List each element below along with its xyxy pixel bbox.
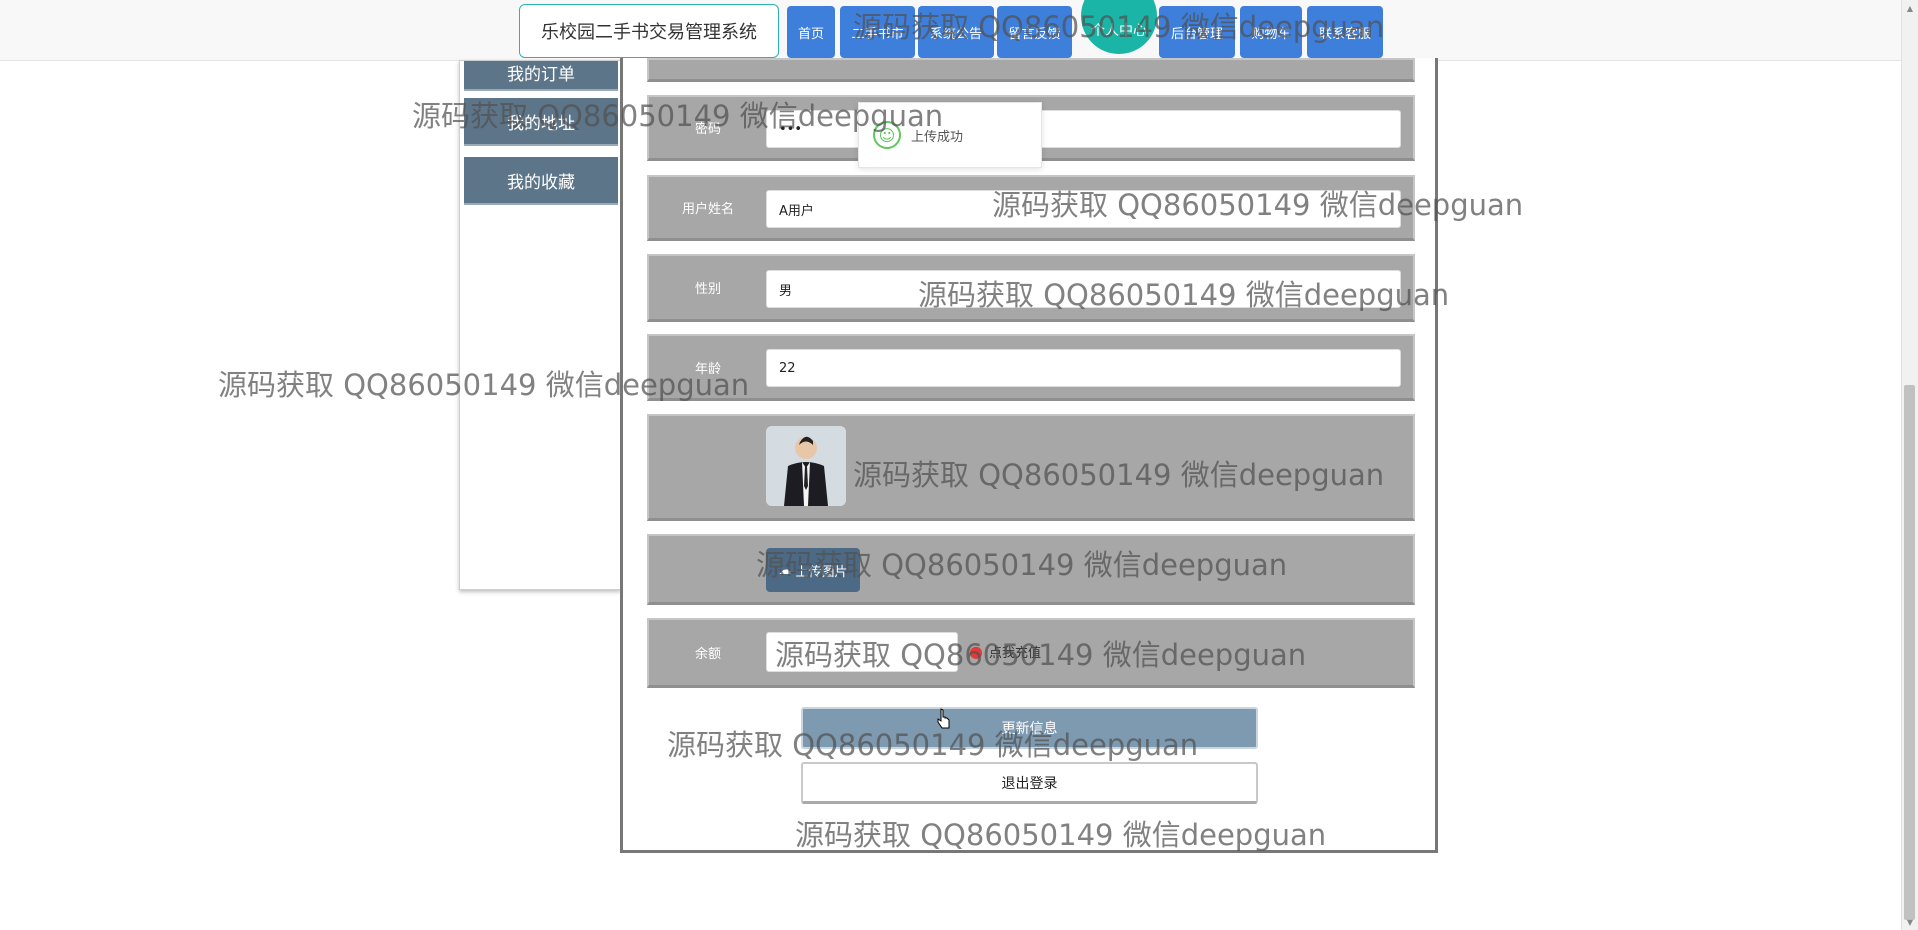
top-navbar: 乐校园二手书交易管理系统 首页 二手书市 系统公告 留言反馈 个人中心 后台管理… — [0, 0, 1918, 61]
sidebar-item-orders[interactable]: 我的订单 — [464, 61, 618, 91]
nav-cart[interactable]: 购物车 — [1240, 6, 1302, 58]
logout-button[interactable]: 退出登录 — [801, 762, 1258, 804]
age-label: 年龄 — [694, 361, 721, 377]
form-row-partial — [647, 58, 1415, 82]
password-label: 密码 — [694, 122, 721, 137]
user-sidebar: 我的订单 我的地址 我的收藏 — [459, 60, 621, 590]
site-title[interactable]: 乐校园二手书交易管理系统 — [519, 4, 779, 58]
recharge-link[interactable]: ● 点我充值 — [969, 632, 1041, 670]
nav-contact-service[interactable]: 联系客服 — [1307, 6, 1383, 58]
nav-home[interactable]: 首页 — [787, 6, 835, 58]
sidebar-item-address[interactable]: 我的地址 — [464, 98, 618, 146]
toast-message: 上传成功 — [911, 129, 964, 145]
balance-label: 余额 — [694, 647, 721, 662]
recharge-label: 点我充值 — [988, 645, 1041, 661]
nav-feedback[interactable]: 留言反馈 — [997, 6, 1072, 58]
upload-image-button[interactable]: ☁ 上传图片 — [766, 548, 860, 592]
nav-book-market[interactable]: 二手书市 — [840, 6, 915, 58]
cloud-upload-icon: ☁ — [778, 562, 792, 578]
form-row-age: 年龄 22 — [647, 334, 1415, 401]
nav-admin[interactable]: 后台管理 — [1159, 6, 1235, 58]
scroll-up-icon[interactable]: ▲ — [1905, 4, 1915, 13]
scroll-down-icon[interactable]: ▼ — [1905, 918, 1915, 927]
balance-field[interactable] — [766, 632, 958, 672]
form-row-balance: 余额 ● 点我充值 — [647, 618, 1415, 688]
scrollbar-thumb[interactable] — [1904, 385, 1915, 920]
avatar-image — [766, 426, 846, 506]
update-info-button[interactable]: 更新信息 — [801, 707, 1258, 749]
form-row-upload: ☁ 上传图片 — [647, 534, 1415, 605]
nav-personal-center[interactable]: 个人中心 — [1081, 0, 1157, 54]
person-photo-icon — [766, 426, 846, 506]
nav-announcements[interactable]: 系统公告 — [918, 6, 994, 58]
gender-label: 性别 — [694, 282, 721, 297]
upload-success-toast: ☺ 上传成功 — [858, 102, 1042, 168]
form-row-avatar — [647, 414, 1415, 521]
age-field[interactable]: 22 — [766, 349, 1401, 387]
mouse-cursor-icon — [937, 708, 950, 729]
recharge-icon: ● — [969, 641, 983, 661]
form-row-name: 用户姓名 A用户 — [647, 175, 1415, 241]
upload-button-label: 上传图片 — [795, 564, 848, 580]
name-field[interactable]: A用户 — [766, 190, 1401, 228]
form-row-gender: 性别 男 — [647, 254, 1415, 322]
smile-icon: ☺ — [873, 121, 901, 149]
name-label: 用户姓名 — [681, 202, 734, 217]
sidebar-item-favorites[interactable]: 我的收藏 — [464, 157, 618, 205]
gender-field[interactable]: 男 — [766, 270, 1401, 308]
